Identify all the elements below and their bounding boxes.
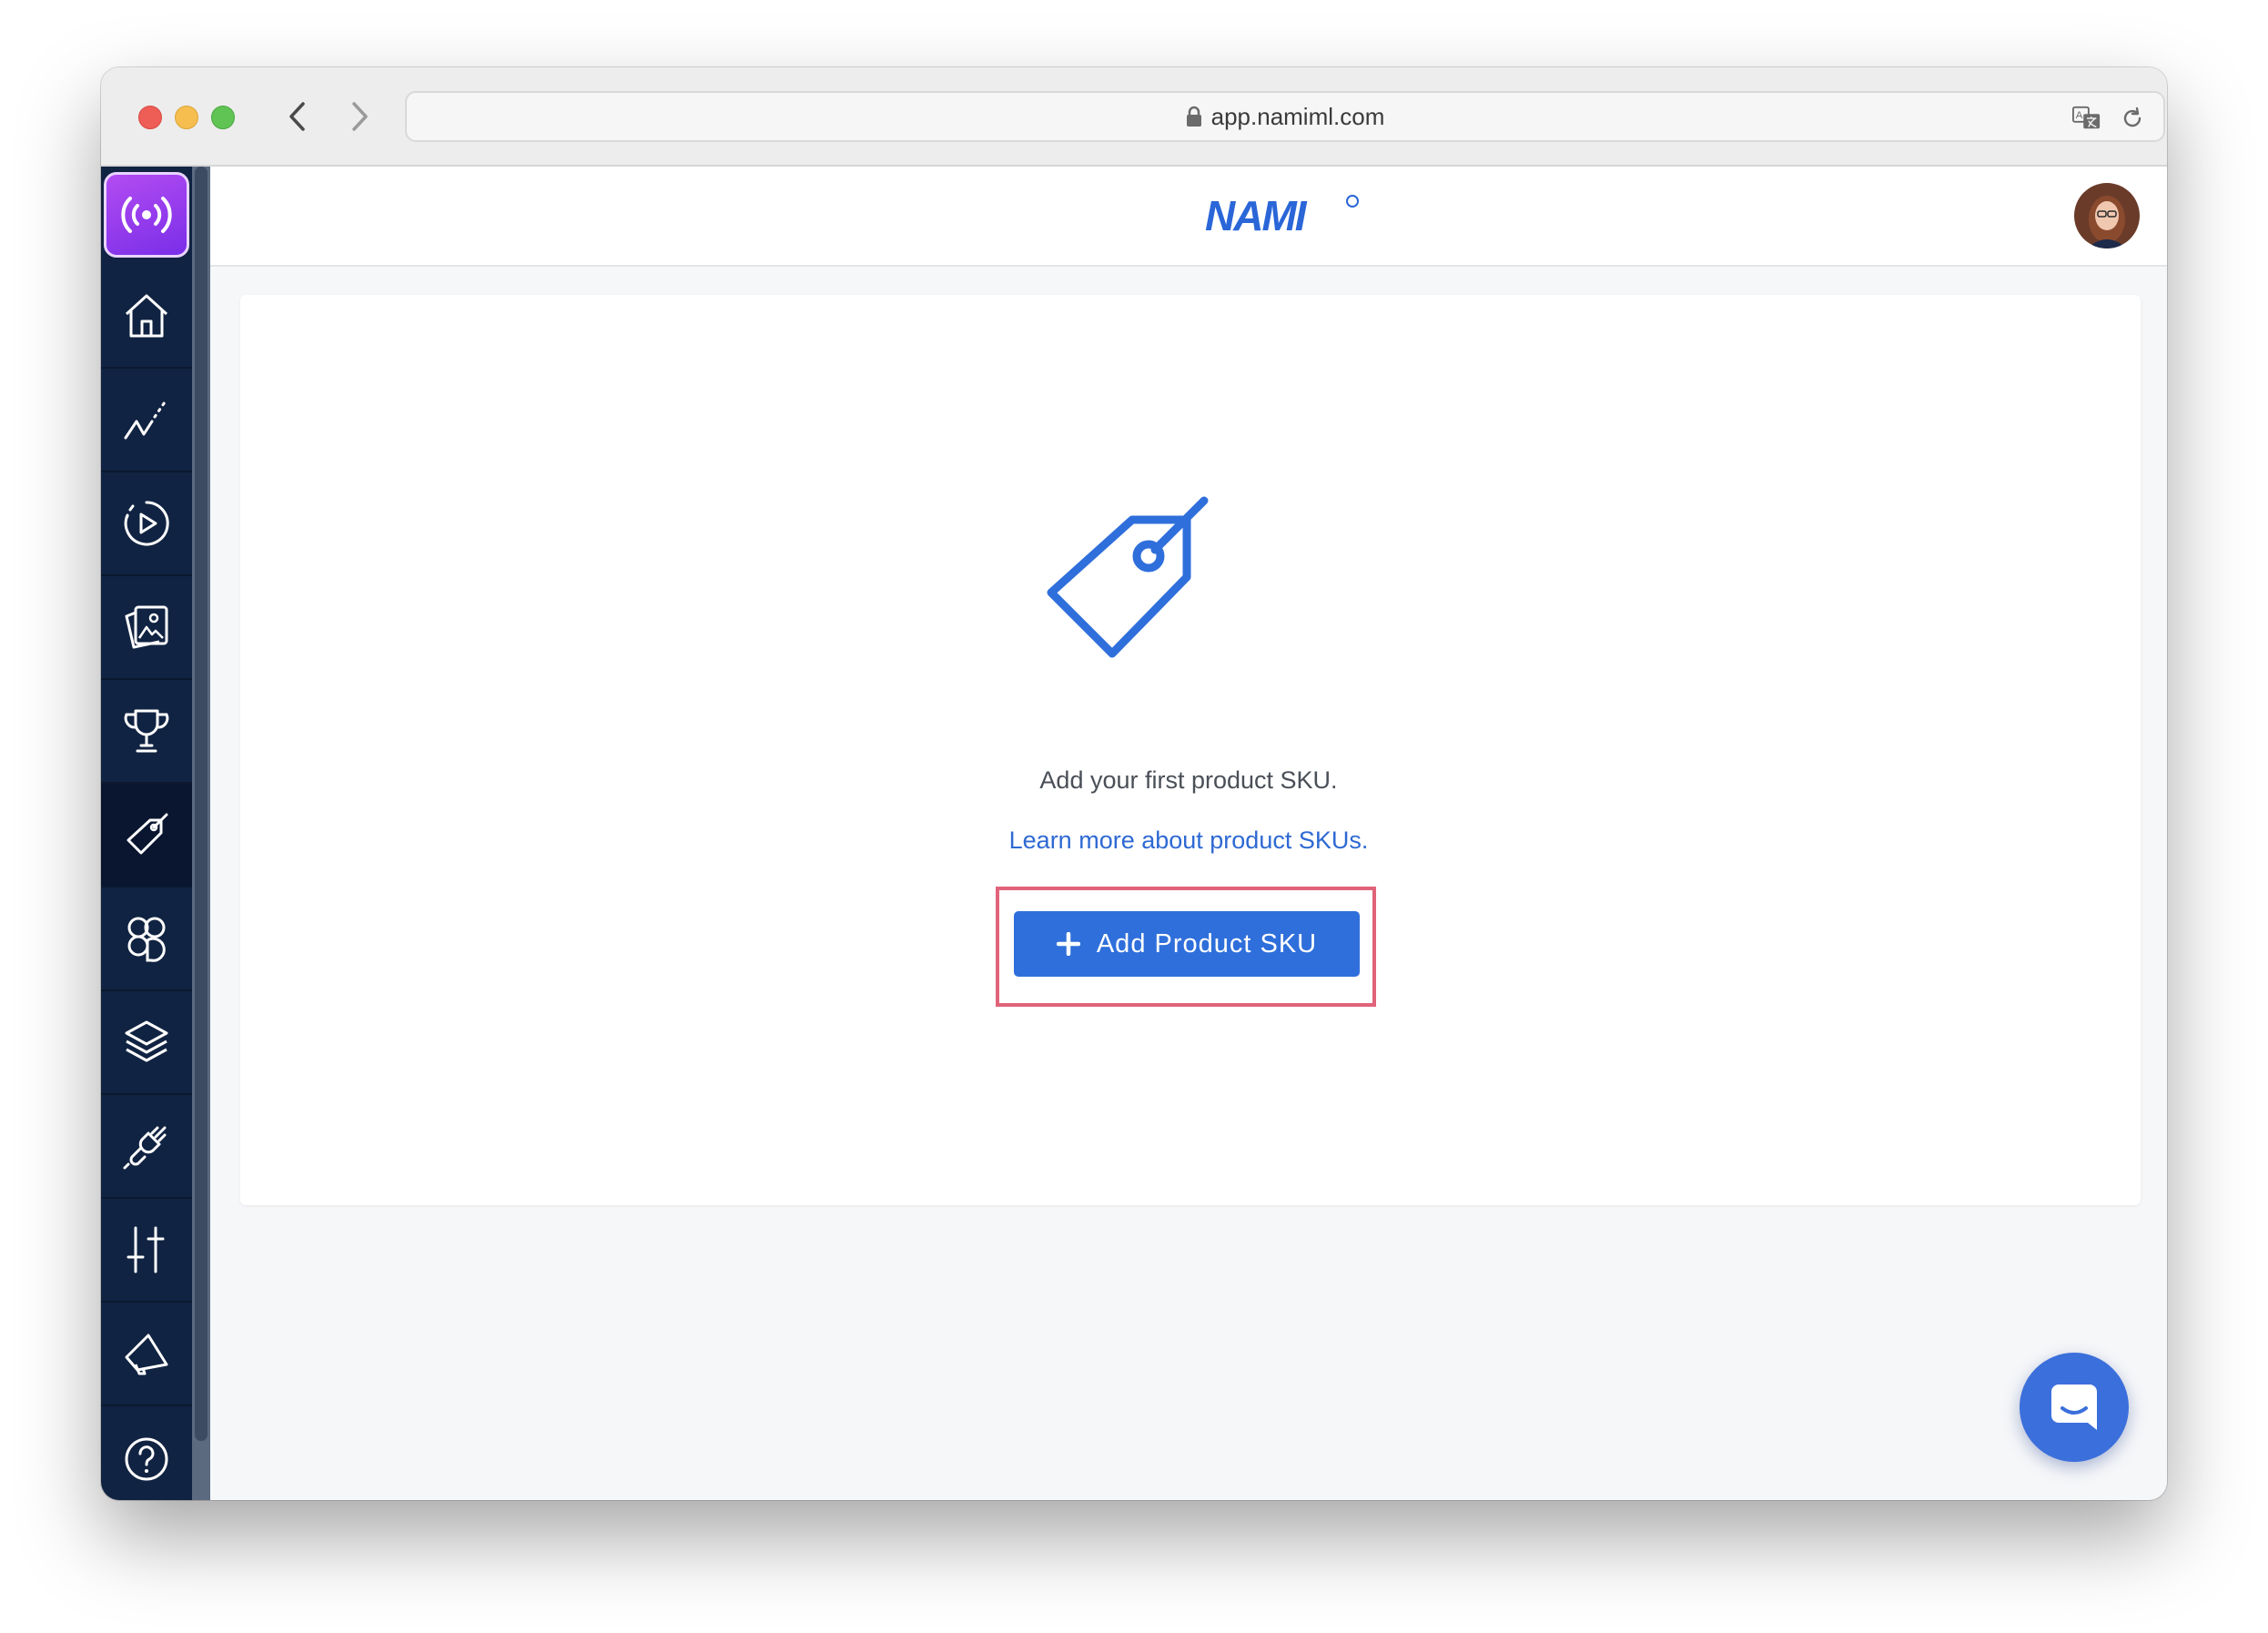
analytics-icon: [124, 398, 168, 440]
sidebar-item-analytics[interactable]: [101, 369, 192, 472]
sidebar-item-integrations[interactable]: [101, 1095, 192, 1199]
broadcast-icon: [121, 197, 172, 233]
sidebar-item-campaigns[interactable]: [101, 472, 192, 576]
layers-icon: [125, 1020, 168, 1062]
integrations-plug-icon: [123, 1126, 167, 1170]
sidebar-item-announcements[interactable]: [101, 1303, 192, 1406]
sidebar-item-customers[interactable]: [101, 888, 192, 991]
avatar-image: [2074, 183, 2140, 248]
empty-state-card: [240, 295, 2141, 1205]
minimize-window-button[interactable]: [175, 106, 198, 129]
sidebar-item-home[interactable]: [101, 265, 192, 369]
close-window-button[interactable]: [138, 106, 162, 129]
app-switcher-button[interactable]: [104, 172, 189, 258]
sidebar-item-paywalls[interactable]: [101, 576, 192, 680]
sidebar-item-layers[interactable]: [101, 991, 192, 1095]
lock-icon: [1186, 106, 1201, 127]
add-product-sku-button[interactable]: Add Product SKU: [1014, 911, 1360, 977]
svg-text:NAMI: NAMI: [1205, 192, 1308, 239]
home-icon: [125, 294, 168, 338]
back-button[interactable]: [277, 96, 317, 137]
play-icon: [124, 501, 169, 546]
plus-icon: [1056, 932, 1080, 956]
sidebar-item-help[interactable]: [101, 1406, 192, 1500]
svg-text:A: A: [2076, 110, 2083, 121]
reload-icon: [2123, 106, 2141, 127]
zoom-window-button[interactable]: [211, 106, 235, 129]
browser-toolbar: app.namiml.com A: [101, 67, 2167, 167]
paywall-images-icon: [125, 605, 168, 649]
add-product-sku-label: Add Product SKU: [1096, 928, 1318, 958]
settings-sliders-icon: [127, 1226, 165, 1273]
empty-state-message: Add your first product SKU.: [1039, 766, 1338, 794]
customers-icon: [127, 917, 166, 962]
address-bar[interactable]: app.namiml.com A: [405, 91, 2165, 142]
trophy-icon: [124, 709, 169, 753]
chevron-left-icon: [289, 102, 305, 131]
reload-button[interactable]: [2118, 104, 2147, 133]
sidebar-item-settings[interactable]: [101, 1199, 192, 1303]
url-text: app.namiml.com: [1210, 102, 1385, 130]
scrollbar-thumb[interactable]: [195, 167, 208, 1441]
help-icon: [125, 1437, 168, 1481]
announcements-icon: [125, 1334, 168, 1375]
chat-icon: [2051, 1384, 2097, 1430]
chat-launcher-button[interactable]: [2020, 1353, 2129, 1462]
chevron-right-icon: [352, 102, 368, 131]
browser-window: app.namiml.com A NAMI Add your first pro…: [101, 67, 2167, 1500]
price-tag-icon: [1047, 496, 1209, 658]
translate-icon: A: [2072, 106, 2101, 129]
nami-logo: NAMI: [1205, 192, 1359, 239]
learn-more-link[interactable]: Learn more about product SKUs.: [101, 827, 2167, 855]
forward-button[interactable]: [340, 96, 380, 137]
app-header: NAMI: [210, 167, 2167, 267]
user-avatar[interactable]: [2074, 183, 2140, 248]
translate-button[interactable]: A: [2072, 104, 2101, 133]
